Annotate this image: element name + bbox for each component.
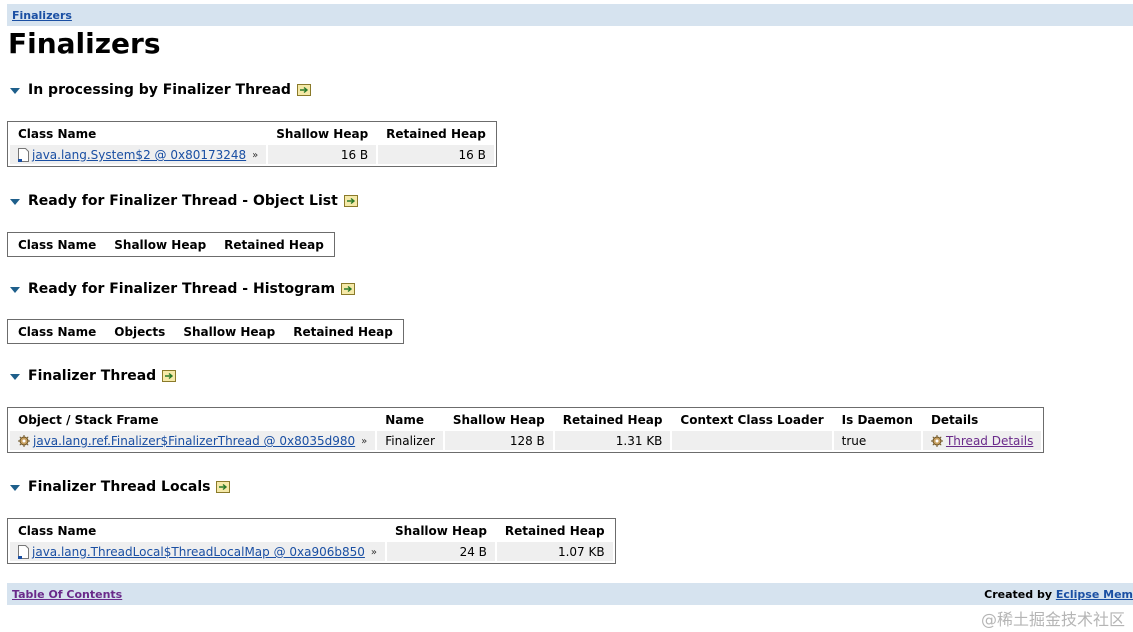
shallow-heap-cell: 128 B [444,431,553,450]
object-cell[interactable]: java.lang.ref.Finalizer$FinalizerThread … [10,431,376,450]
table-row[interactable]: java.lang.ThreadLocal$ThreadLocalMap @ 0… [10,542,613,561]
column-header[interactable]: Class Name [10,235,104,254]
section-title: Ready for Finalizer Thread - Histogram [28,281,336,297]
section-header-ready-object-list[interactable]: Ready for Finalizer Thread - Object List [10,191,358,211]
context-class-loader-cell [672,431,832,450]
table-ready-object-list: Class Name Shallow Heap Retained Heap [7,232,335,257]
column-header[interactable]: Context Class Loader [672,410,831,429]
page-title: Finalizers [8,27,161,60]
section-header-in-processing[interactable]: In processing by Finalizer Thread [10,80,311,100]
column-header[interactable]: Class Name [10,521,385,540]
thread-details-link[interactable]: Thread Details [946,434,1033,448]
created-by-label: Created by [984,588,1052,601]
export-icon[interactable] [162,370,177,382]
object-link[interactable]: java.lang.System$2 @ 0x80173248 [32,148,246,162]
column-header[interactable]: Shallow Heap [106,235,214,254]
watermark: @稀土掘金技术社区 [980,610,1125,629]
details-cell[interactable]: Thread Details [922,431,1042,450]
section-header-ready-histogram[interactable]: Ready for Finalizer Thread - Histogram [10,279,356,299]
column-header[interactable]: Retained Heap [378,124,494,143]
section-title: Ready for Finalizer Thread - Object List [28,193,338,209]
table-of-contents-link[interactable]: Table Of Contents [12,588,122,601]
breadcrumb-link-finalizers[interactable]: Finalizers [12,9,72,22]
export-icon[interactable] [296,84,311,96]
column-header[interactable]: Retained Heap [555,410,671,429]
object-link[interactable]: java.lang.ref.Finalizer$FinalizerThread … [33,434,355,448]
collapse-triangle-icon[interactable] [10,287,20,293]
retained-heap-cell: 1.31 KB [554,431,671,450]
column-header[interactable]: Retained Heap [216,235,332,254]
export-icon[interactable] [343,195,358,207]
file-icon [18,545,29,559]
object-cell[interactable]: java.lang.System$2 @ 0x80173248» [10,145,267,164]
column-header[interactable]: Name [377,410,443,429]
created-by: Created by Eclipse Mem [984,588,1133,601]
shallow-heap-cell: 24 B [387,542,495,561]
export-icon[interactable] [341,283,356,295]
column-header[interactable]: Objects [106,322,173,341]
file-icon [18,148,29,162]
section-title: Finalizer Thread Locals [28,479,211,495]
column-header[interactable]: Shallow Heap [175,322,283,341]
table-finalizer-thread: Object / Stack Frame Name Shallow Heap R… [7,407,1045,453]
gear-icon [18,435,30,447]
section-header-finalizer-thread[interactable]: Finalizer Thread [10,366,177,386]
collapse-triangle-icon[interactable] [10,485,20,491]
collapse-triangle-icon[interactable] [10,374,20,380]
section-header-finalizer-thread-locals[interactable]: Finalizer Thread Locals [10,477,231,497]
shallow-heap-cell: 16 B [268,145,377,164]
collapse-triangle-icon[interactable] [10,199,20,205]
eclipse-mem-link[interactable]: Eclipse Mem [1056,588,1133,601]
retained-heap-cell: 1.07 KB [496,542,613,561]
breadcrumb-bar: Finalizers [7,4,1133,26]
section-title: Finalizer Thread [28,368,157,384]
object-cell[interactable]: java.lang.ThreadLocal$ThreadLocalMap @ 0… [10,542,386,561]
section-title: In processing by Finalizer Thread [28,82,291,98]
retained-heap-cell: 16 B [378,145,494,164]
column-header[interactable]: Details [923,410,1041,429]
column-header[interactable]: Shallow Heap [268,124,376,143]
table-in-processing: Class Name Shallow Heap Retained Heap ja… [7,121,497,167]
table-ready-histogram: Class Name Objects Shallow Heap Retained… [7,319,404,344]
object-link[interactable]: java.lang.ThreadLocal$ThreadLocalMap @ 0… [32,545,365,559]
collapse-triangle-icon[interactable] [10,88,20,94]
name-cell: Finalizer [377,431,443,450]
column-header[interactable]: Retained Heap [497,521,613,540]
column-header[interactable]: Shallow Heap [387,521,495,540]
column-header[interactable]: Object / Stack Frame [10,410,375,429]
table-row[interactable]: java.lang.ref.Finalizer$FinalizerThread … [10,431,1042,450]
column-header[interactable]: Shallow Heap [445,410,553,429]
column-header[interactable]: Class Name [10,322,104,341]
footer-bar: Table Of Contents Created by Eclipse Mem [7,583,1133,605]
column-header[interactable]: Class Name [10,124,266,143]
table-row[interactable]: java.lang.System$2 @ 0x80173248» 16 B 16… [10,145,494,164]
table-finalizer-thread-locals: Class Name Shallow Heap Retained Heap ja… [7,518,616,564]
export-icon[interactable] [216,481,231,493]
is-daemon-cell: true [833,431,921,450]
column-header[interactable]: Is Daemon [834,410,921,429]
gear-icon [930,435,943,447]
column-header[interactable]: Retained Heap [285,322,401,341]
